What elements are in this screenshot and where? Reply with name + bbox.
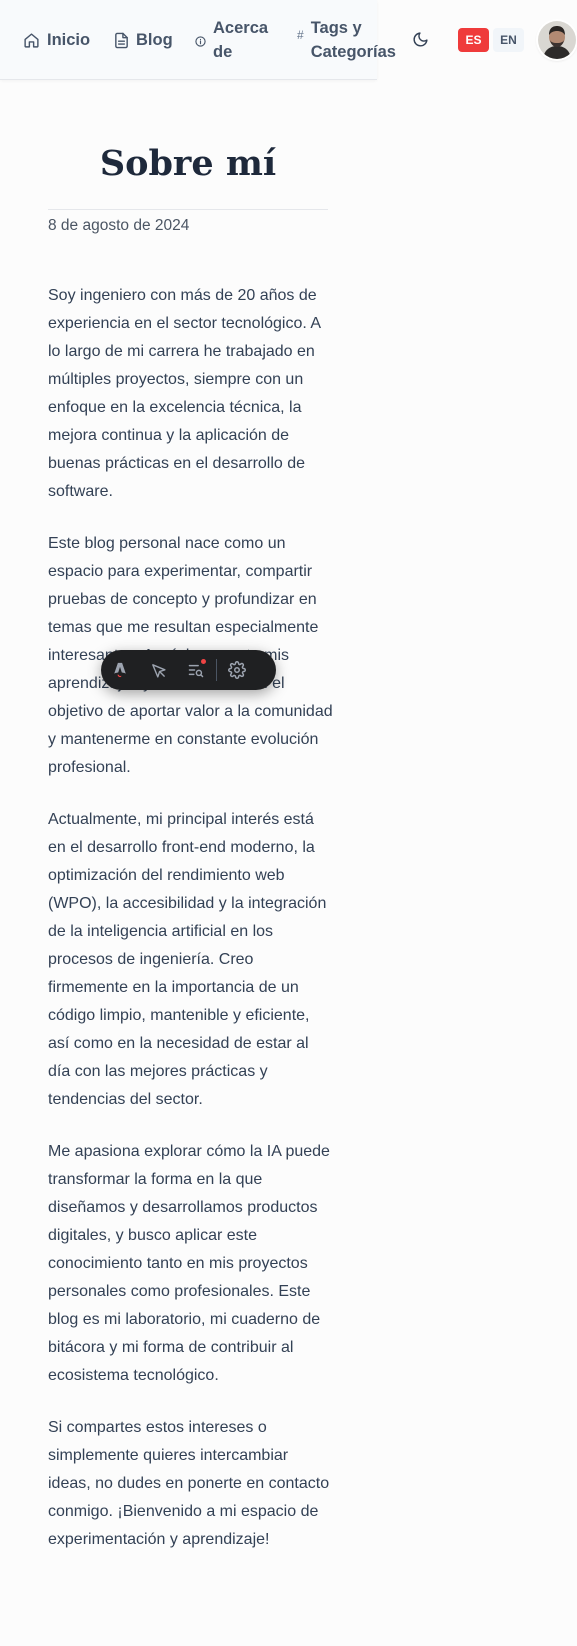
- info-icon: [195, 36, 206, 47]
- paragraph: Soy ingeniero con más de 20 años de expe…: [48, 287, 321, 500]
- document-icon: [115, 32, 128, 48]
- nav-label-inicio: Inicio: [47, 31, 91, 49]
- post-date: 8 de agosto de 2024: [48, 217, 190, 234]
- paragraph: Me apasiona explorar cómo la IA puede tr…: [48, 1143, 330, 1384]
- settings-gear-icon: [228, 661, 246, 679]
- paragraph: Si compartes estos intereses o simplemen…: [48, 1419, 330, 1548]
- nav-label-acerca: Acerca de: [213, 19, 269, 61]
- inspect-cursor-icon: [151, 663, 166, 678]
- article-body: Soy ingeniero con más de 20 años de expe…: [48, 282, 333, 1578]
- notification-dot: [201, 659, 206, 664]
- hash-icon: #: [297, 28, 304, 42]
- nav-link-inicio[interactable]: Inicio: [23, 28, 90, 52]
- avatar[interactable]: [538, 21, 576, 59]
- avatar-portrait: [538, 21, 576, 59]
- devbar-separator: [216, 659, 217, 681]
- home-icon: [24, 32, 39, 48]
- nav-link-tags[interactable]: # Tags y Categorías: [297, 16, 396, 64]
- devbar-settings-button[interactable]: [218, 650, 256, 690]
- moon-icon: [413, 32, 428, 47]
- page-title: Sobre mí: [99, 143, 277, 184]
- devbar-inspect-button[interactable]: [139, 650, 177, 690]
- lang-en-button[interactable]: EN: [493, 28, 524, 52]
- nav-link-blog[interactable]: Blog: [114, 28, 173, 52]
- nav-label-blog: Blog: [136, 31, 173, 49]
- dev-toolbar: [101, 650, 276, 690]
- devbar-audit-button[interactable]: [177, 650, 215, 690]
- paragraph: Actualmente, mi principal interés está e…: [48, 811, 327, 1108]
- audit-list-icon: [188, 664, 204, 678]
- lang-es-button[interactable]: ES: [458, 28, 489, 52]
- site-header: Inicio Blog Acerca de # Tags y Categoría…: [0, 0, 396, 80]
- title-divider: [48, 209, 328, 210]
- theme-toggle-button[interactable]: [412, 31, 429, 51]
- nav-label-tags: Tags y Categorías: [310, 19, 396, 61]
- devbar-astro-button[interactable]: [101, 650, 139, 690]
- astro-logo-icon: [114, 662, 126, 678]
- nav-link-acerca[interactable]: Acerca de: [195, 16, 268, 64]
